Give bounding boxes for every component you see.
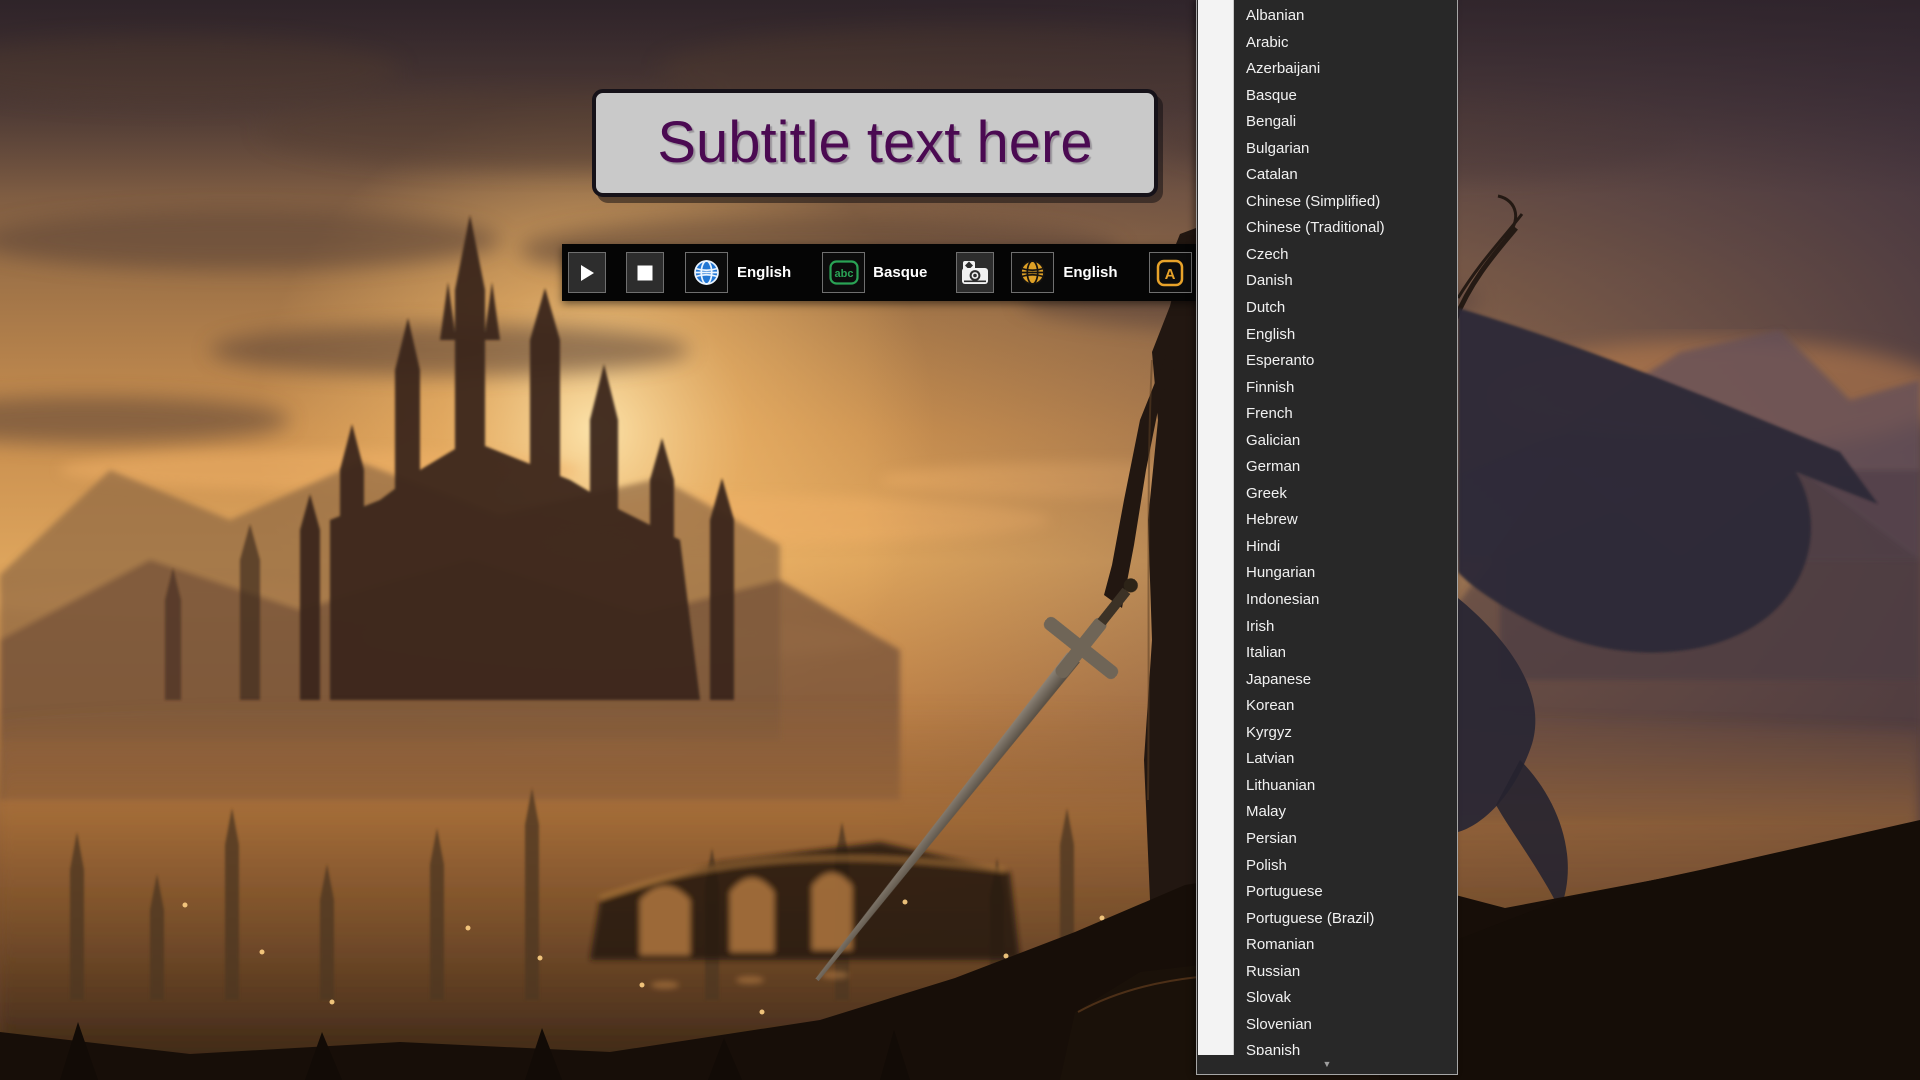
- language-menu-item[interactable]: Finnish: [1198, 375, 1456, 402]
- language-menu-item[interactable]: Hungarian: [1198, 560, 1456, 587]
- target-language-label: English: [1063, 264, 1117, 281]
- subtitle-text: Subtitle text here: [657, 114, 1092, 172]
- language-menu-item[interactable]: English: [1198, 322, 1456, 349]
- stop-button[interactable]: [626, 252, 664, 293]
- source-language-label: English: [737, 264, 791, 281]
- svg-text:A: A: [1165, 266, 1176, 283]
- language-menu-item[interactable]: Irish: [1198, 614, 1456, 641]
- language-menu-item[interactable]: French: [1198, 401, 1456, 428]
- language-menu-item[interactable]: Basque: [1198, 83, 1456, 110]
- subtitle-language-label: Basque: [873, 264, 927, 281]
- language-menu-item[interactable]: Czech: [1198, 242, 1456, 269]
- subtitle-overlay[interactable]: Subtitle text here: [592, 89, 1158, 197]
- language-menu-item[interactable]: Bulgarian: [1198, 136, 1456, 163]
- language-menu-item[interactable]: German: [1198, 454, 1456, 481]
- camera-icon: [960, 259, 990, 286]
- globe-amber-icon: [1019, 259, 1046, 286]
- language-menu-item[interactable]: Hindi: [1198, 534, 1456, 561]
- language-menu-item[interactable]: Italian: [1198, 640, 1456, 667]
- language-menu-item[interactable]: Azerbaijani: [1198, 56, 1456, 83]
- play-button[interactable]: [568, 252, 606, 293]
- language-menu-item[interactable]: Chinese (Simplified): [1198, 189, 1456, 216]
- play-icon: [579, 264, 595, 282]
- language-menu-item[interactable]: Chinese (Traditional): [1198, 215, 1456, 242]
- language-menu-item[interactable]: Albanian: [1198, 3, 1456, 30]
- language-menu-item[interactable]: Indonesian: [1198, 587, 1456, 614]
- language-menu-item[interactable]: Korean: [1198, 693, 1456, 720]
- language-menu-item[interactable]: Bengali: [1198, 109, 1456, 136]
- language-menu-item[interactable]: Russian: [1198, 959, 1456, 986]
- language-menu-item[interactable]: Latvian: [1198, 746, 1456, 773]
- language-menu-item[interactable]: Danish: [1198, 268, 1456, 295]
- language-menu-item[interactable]: Esperanto: [1198, 348, 1456, 375]
- globe-blue-icon: [693, 259, 720, 286]
- language-menu-item[interactable]: Malay: [1198, 799, 1456, 826]
- language-menu-list: AlbanianArabicAzerbaijaniBasqueBengaliBu…: [1198, 0, 1456, 1056]
- language-menu-item[interactable]: Slovenian: [1198, 1012, 1456, 1039]
- translate-button[interactable]: A: [1149, 252, 1192, 293]
- language-menu-item[interactable]: Greek: [1198, 481, 1456, 508]
- language-menu-item[interactable]: Arabic: [1198, 30, 1456, 57]
- snapshot-button[interactable]: [956, 252, 994, 293]
- target-language-button[interactable]: [1011, 252, 1054, 293]
- language-menu-item[interactable]: Romanian: [1198, 932, 1456, 959]
- screen: Subtitle text here English: [0, 0, 1920, 1080]
- menu-scroll-down-button[interactable]: ▼: [1198, 1055, 1456, 1073]
- language-menu-item[interactable]: Polish: [1198, 853, 1456, 880]
- language-menu-item[interactable]: Kyrgyz: [1198, 720, 1456, 747]
- language-menu-item[interactable]: Galician: [1198, 428, 1456, 455]
- language-menu-item[interactable]: Spanish: [1198, 1038, 1456, 1056]
- language-menu-item[interactable]: Slovak: [1198, 985, 1456, 1012]
- language-menu-item[interactable]: Japanese: [1198, 667, 1456, 694]
- language-menu-item[interactable]: Hebrew: [1198, 507, 1456, 534]
- language-menu-item[interactable]: Lithuanian: [1198, 773, 1456, 800]
- language-menu: AlbanianArabicAzerbaijaniBasqueBengaliBu…: [1196, 0, 1458, 1075]
- svg-text:abc: abc: [834, 268, 853, 280]
- toolbar: English abc Basque: [562, 244, 1214, 301]
- language-menu-item[interactable]: Portuguese (Brazil): [1198, 906, 1456, 933]
- subtitle-language-button[interactable]: abc: [822, 252, 865, 293]
- stop-icon: [637, 265, 653, 281]
- translate-a-icon: A: [1156, 259, 1184, 287]
- language-menu-item[interactable]: Catalan: [1198, 162, 1456, 189]
- language-menu-item[interactable]: Persian: [1198, 826, 1456, 853]
- language-menu-item[interactable]: Portuguese: [1198, 879, 1456, 906]
- abc-badge-icon: abc: [828, 258, 860, 287]
- scroll-down-icon: ▼: [1323, 1059, 1332, 1069]
- language-menu-item[interactable]: Dutch: [1198, 295, 1456, 322]
- source-language-button[interactable]: [685, 252, 728, 293]
